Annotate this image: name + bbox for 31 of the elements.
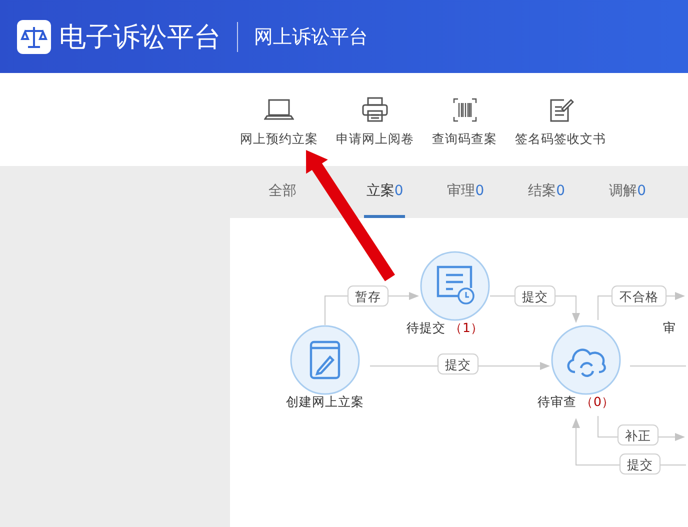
barcode-icon[interactable] bbox=[452, 97, 476, 123]
flow-node[interactable] bbox=[420, 251, 490, 321]
signed-document-icon[interactable] bbox=[548, 97, 574, 123]
notebook-pencil-icon bbox=[310, 340, 340, 380]
status-tab[interactable]: 结案0 bbox=[526, 166, 568, 218]
laptop-icon[interactable] bbox=[264, 97, 294, 123]
edge-label: 提交 bbox=[620, 454, 661, 474]
node-label: 创建网上立案 bbox=[286, 394, 364, 409]
edge-label: 补正 bbox=[618, 424, 659, 446]
status-tab[interactable]: 调解0 bbox=[607, 166, 648, 218]
flow-node[interactable] bbox=[552, 325, 622, 395]
printer-icon[interactable] bbox=[362, 97, 388, 123]
flow-node[interactable] bbox=[290, 325, 360, 395]
toolbar-link[interactable]: 申请网上阅卷 bbox=[336, 131, 414, 148]
status-tab[interactable]: 审理0 bbox=[445, 166, 486, 218]
status-tab[interactable]: 全部 bbox=[266, 166, 298, 218]
toolbar-link[interactable]: 查询码查案 bbox=[432, 131, 497, 148]
edge-label: 不合格 bbox=[612, 286, 667, 306]
platform-subtitle: 网上诉讼平台 bbox=[254, 24, 368, 50]
toolbar-link[interactable]: 签名码签收文书 bbox=[515, 131, 606, 148]
edge-label: 提交 bbox=[438, 354, 479, 374]
edge-label: 提交 bbox=[514, 286, 556, 306]
platform-title: 电子诉讼平台 bbox=[59, 20, 221, 54]
cloud-sync-icon bbox=[568, 348, 606, 377]
scales-logo-icon bbox=[17, 20, 51, 54]
node-label: 待提交 （1） bbox=[406, 320, 484, 335]
toolbar-link[interactable]: 网上预约立案 bbox=[240, 131, 318, 148]
edge-label: 暂存 bbox=[348, 286, 389, 306]
node-label: 待审查 （0） bbox=[538, 394, 615, 409]
node-label: 审 bbox=[663, 320, 676, 335]
document-clock-icon bbox=[437, 266, 475, 304]
